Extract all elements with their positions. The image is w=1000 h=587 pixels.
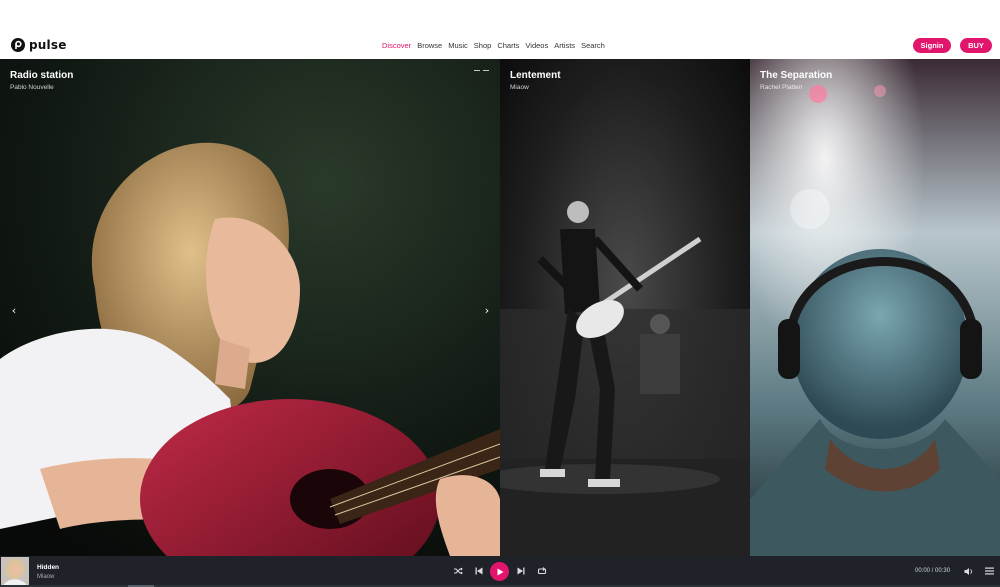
slide-artist: Rachel Platten (760, 84, 803, 91)
slide-image (750, 59, 1000, 556)
slide-artist: Pablo Nouvelle (10, 84, 54, 91)
nav-discover[interactable]: Discover (382, 40, 411, 52)
slide-title: Radio station (10, 70, 74, 81)
pulse-logo-icon (11, 38, 25, 52)
slide-image (0, 59, 500, 556)
slide-image (500, 59, 750, 556)
track-artist: Miaow (37, 574, 55, 580)
playback-time: 00:00 / 00:30 (915, 568, 951, 574)
nav-browse[interactable]: Browse (417, 40, 442, 52)
volume-icon[interactable] (962, 565, 974, 577)
chevron-right-icon[interactable]: › (480, 304, 494, 318)
playlist-menu-icon[interactable] (983, 565, 995, 577)
slide-lentement[interactable]: Lentement Miaow (500, 59, 750, 556)
track-thumbnail[interactable] (1, 557, 29, 586)
brand[interactable]: pulse (11, 38, 67, 52)
slide-radio-station[interactable]: Radio station Pablo Nouvelle (0, 59, 500, 556)
track-title: Hidden (37, 564, 60, 571)
previous-icon[interactable] (473, 565, 485, 577)
nav-artists[interactable]: Artists (554, 40, 575, 52)
slide-the-separation[interactable]: The Separation Rachel Platten (750, 59, 1000, 556)
chevron-left-icon[interactable]: ‹ (7, 304, 21, 318)
buy-button[interactable]: BUY (960, 38, 992, 53)
nav-shop[interactable]: Shop (474, 40, 492, 52)
featured-carousel: Radio station Pablo Nouvelle Lentement M… (0, 59, 1000, 556)
signin-button[interactable]: Signin (913, 38, 951, 53)
nav-search[interactable]: Search (581, 40, 605, 52)
audio-player-bar: Hidden Miaow 00:00 / 00:30 (0, 556, 1000, 587)
slide-indicator[interactable] (474, 70, 489, 71)
nav-charts[interactable]: Charts (497, 40, 519, 52)
repeat-icon[interactable] (536, 565, 548, 577)
play-icon[interactable] (490, 562, 509, 581)
next-icon[interactable] (515, 565, 527, 577)
main-nav: Discover Browse Music Shop Charts Videos… (382, 40, 605, 52)
brand-name: pulse (29, 38, 67, 52)
shuffle-icon[interactable] (452, 565, 464, 577)
slide-title: The Separation (760, 70, 833, 81)
nav-music[interactable]: Music (448, 40, 468, 52)
nav-videos[interactable]: Videos (525, 40, 548, 52)
slide-artist: Miaow (510, 84, 529, 91)
slide-title: Lentement (510, 70, 561, 81)
top-navigation-bar: pulse Discover Browse Music Shop Charts … (0, 0, 1000, 59)
